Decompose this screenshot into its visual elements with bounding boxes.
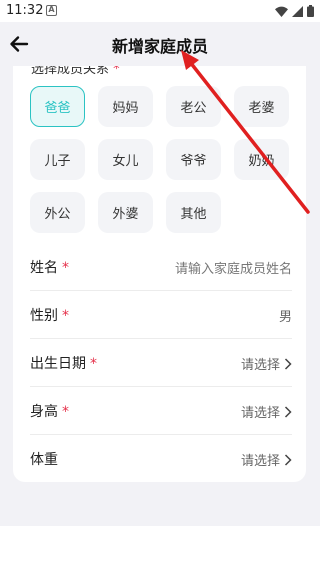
required-mark: * <box>62 308 69 324</box>
name-label: 姓名 * <box>30 257 69 277</box>
chevron-right-icon <box>284 357 292 370</box>
signal-icon <box>292 5 303 17</box>
required-mark: * <box>62 404 69 420</box>
weight-row[interactable]: 体重 请选择 <box>30 435 292 482</box>
height-value: 请选择 <box>240 406 280 421</box>
name-label-text: 姓名 <box>30 260 58 276</box>
name-input[interactable]: 请输入家庭成员姓名 <box>175 258 292 277</box>
required-mark: * <box>90 356 97 372</box>
relation-option-other[interactable]: 其他 <box>166 192 221 233</box>
weight-value: 请选择 <box>240 454 280 469</box>
birthday-label-text: 出生日期 <box>30 356 86 372</box>
gender-label-text: 性别 <box>30 308 58 324</box>
weight-label-text: 体重 <box>30 452 58 468</box>
page-title: 新增家庭成员 <box>111 37 208 56</box>
height-label-text: 身高 <box>30 404 58 420</box>
form-card: 选择成员关系 * 爸爸 妈妈 老公 老婆 儿子 女儿 爷爷 奶奶 外公 外婆 其… <box>13 66 306 482</box>
relation-option-maternal-grandmother[interactable]: 外婆 <box>98 192 153 233</box>
chevron-right-icon <box>284 405 292 418</box>
bottom-area <box>0 526 320 568</box>
status-time: 11:32 <box>6 3 44 18</box>
birthday-select[interactable]: 请选择 <box>241 354 292 373</box>
relation-option-son[interactable]: 儿子 <box>30 139 85 180</box>
height-label: 身高 * <box>30 401 69 421</box>
relation-option-mother[interactable]: 妈妈 <box>98 86 153 127</box>
relation-option-wife[interactable]: 老婆 <box>234 86 289 127</box>
screen: 11:32 A 新增家庭成员 选择成员关系 * 爸爸 妈妈 老公 老婆 儿子 女… <box>0 0 320 568</box>
relation-option-paternal-grandfather[interactable]: 爷爷 <box>166 139 221 180</box>
birthday-row[interactable]: 出生日期 * 请选择 <box>30 339 292 387</box>
birthday-label: 出生日期 * <box>30 353 97 373</box>
wifi-icon <box>275 6 288 17</box>
relation-option-daughter[interactable]: 女儿 <box>98 139 153 180</box>
relation-label: 选择成员关系 * <box>31 66 120 77</box>
gender-row[interactable]: 性别 * 男 <box>30 291 292 339</box>
weight-select[interactable]: 请选择 <box>241 450 292 469</box>
chevron-right-icon <box>284 453 292 466</box>
relation-option-husband[interactable]: 老公 <box>166 86 221 127</box>
relation-option-maternal-grandfather[interactable]: 外公 <box>30 192 85 233</box>
name-row[interactable]: 姓名 * 请输入家庭成员姓名 <box>30 243 292 291</box>
gender-label: 性别 * <box>30 305 69 325</box>
height-select[interactable]: 请选择 <box>241 402 292 421</box>
relation-option-father[interactable]: 爸爸 <box>30 86 85 127</box>
status-icons <box>275 5 314 17</box>
relation-label-text: 选择成员关系 <box>31 66 110 77</box>
required-mark: * <box>113 66 120 77</box>
weight-label: 体重 <box>30 449 58 469</box>
gender-value[interactable]: 男 <box>279 306 292 325</box>
birthday-value: 请选择 <box>240 358 280 373</box>
battery-icon <box>307 5 314 17</box>
notification-badge: A <box>46 5 57 16</box>
header: 新增家庭成员 <box>0 22 320 66</box>
height-row[interactable]: 身高 * 请选择 <box>30 387 292 435</box>
required-mark: * <box>62 260 69 276</box>
relation-option-paternal-grandmother[interactable]: 奶奶 <box>234 139 289 180</box>
status-bar: 11:32 A <box>0 0 320 22</box>
